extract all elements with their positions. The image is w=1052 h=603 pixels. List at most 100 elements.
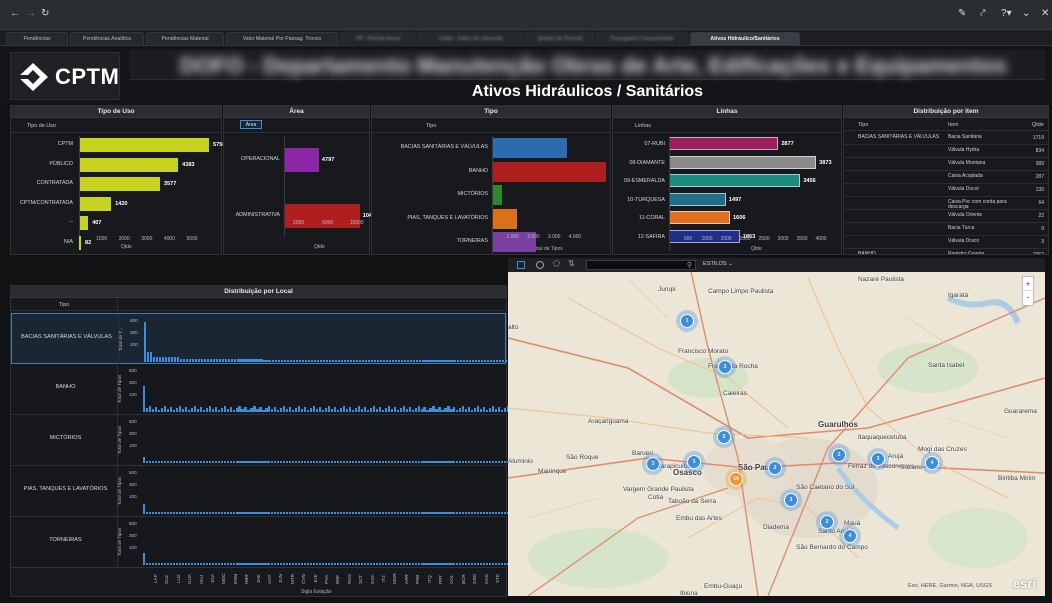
bar[interactable]: [235, 563, 238, 565]
bar[interactable]: [390, 512, 393, 514]
bar[interactable]: [259, 461, 262, 463]
bar[interactable]: [196, 512, 199, 514]
bar[interactable]: [184, 461, 187, 463]
bar[interactable]: [152, 357, 156, 362]
help-icon[interactable]: ?▾: [1001, 9, 1012, 19]
tab-pp-periodo[interactable]: PP - Período Anual: [340, 32, 416, 45]
bar[interactable]: [161, 357, 165, 362]
bar[interactable]: [364, 360, 367, 362]
bar[interactable]: [271, 409, 274, 412]
bar[interactable]: [157, 563, 161, 565]
bar[interactable]: [316, 512, 319, 514]
bar[interactable]: [459, 408, 462, 412]
bar[interactable]: [387, 563, 390, 565]
bar[interactable]: [459, 461, 462, 463]
bar[interactable]: [325, 461, 328, 463]
bar[interactable]: [185, 359, 188, 362]
bar[interactable]: [326, 360, 329, 362]
bar[interactable]: [411, 512, 414, 514]
bar[interactable]: [242, 359, 245, 362]
bar[interactable]: [144, 322, 147, 362]
bar[interactable]: [405, 461, 408, 463]
bar[interactable]: [205, 408, 208, 412]
bar[interactable]: [289, 461, 292, 463]
bar[interactable]: [486, 563, 489, 565]
bar[interactable]: [495, 409, 498, 412]
local-row[interactable]: MICTÓRIOS Total de Tipos 500 300 100: [11, 415, 513, 466]
bar[interactable]: [256, 461, 259, 463]
bar[interactable]: [459, 563, 462, 565]
bar[interactable]: [247, 410, 250, 412]
bar[interactable]: [191, 359, 194, 362]
bar[interactable]: [172, 410, 175, 412]
bar[interactable]: [169, 563, 173, 565]
bar[interactable]: [205, 461, 208, 463]
bar[interactable]: [250, 563, 253, 565]
table-row[interactable]: Caixa Pvc com corda para descarga 64: [844, 197, 1048, 210]
bar[interactable]: [468, 563, 471, 565]
bar[interactable]: [301, 512, 304, 514]
bar[interactable]: [313, 563, 316, 565]
bar[interactable]: [226, 512, 229, 514]
bar[interactable]: [430, 360, 433, 362]
bar[interactable]: [354, 408, 358, 412]
bar[interactable]: [145, 461, 149, 463]
bar[interactable]: [277, 512, 280, 514]
bar[interactable]: [143, 386, 146, 412]
bar[interactable]: [483, 512, 486, 514]
bar[interactable]: [504, 563, 507, 565]
bar[interactable]: [193, 563, 196, 565]
bar[interactable]: [182, 359, 185, 362]
bar[interactable]: [348, 512, 352, 514]
bar[interactable]: [498, 512, 501, 514]
close-icon[interactable]: ✕: [1041, 9, 1049, 19]
bar[interactable]: [224, 359, 227, 362]
bar[interactable]: [266, 360, 269, 362]
bar[interactable]: [193, 461, 196, 463]
bar[interactable]: [293, 360, 296, 362]
bar[interactable]: [456, 563, 459, 565]
bar[interactable]: [313, 406, 316, 412]
bar[interactable]: [238, 406, 241, 412]
bar[interactable]: [274, 407, 277, 412]
local-row[interactable]: BANHO Total de Tipos 500 300 100: [11, 364, 513, 415]
bar[interactable]: [272, 360, 275, 362]
bar[interactable]: [79, 157, 179, 172]
tab-pendencias-analitica[interactable]: Pendências Analítica: [70, 32, 144, 45]
bar[interactable]: [366, 563, 369, 565]
bar[interactable]: [394, 360, 397, 362]
bar[interactable]: [146, 352, 150, 362]
bar[interactable]: [280, 408, 283, 412]
bar[interactable]: [145, 512, 149, 514]
bar[interactable]: [450, 409, 453, 412]
bar[interactable]: [244, 563, 247, 565]
bar[interactable]: [477, 406, 480, 412]
bar[interactable]: [200, 359, 203, 362]
bar[interactable]: [378, 563, 381, 565]
bar[interactable]: [289, 512, 292, 514]
bar[interactable]: [277, 563, 280, 565]
bar[interactable]: [151, 563, 155, 565]
bar[interactable]: [166, 409, 170, 412]
bar[interactable]: [277, 410, 280, 412]
bar[interactable]: [487, 360, 490, 362]
bar[interactable]: [236, 359, 239, 362]
bar[interactable]: [471, 563, 474, 565]
bar[interactable]: [372, 461, 375, 463]
bar[interactable]: [262, 461, 265, 463]
table-row[interactable]: Bacia Turca 9: [844, 223, 1048, 236]
bar[interactable]: [256, 409, 259, 412]
bar[interactable]: [203, 359, 206, 362]
bar[interactable]: [160, 512, 164, 514]
bar[interactable]: [322, 461, 325, 463]
bar[interactable]: [420, 461, 423, 463]
bar[interactable]: [187, 563, 190, 565]
bar[interactable]: [423, 563, 426, 565]
bar[interactable]: [330, 461, 334, 463]
select-rectangle-icon[interactable]: [517, 261, 525, 269]
bar[interactable]: [409, 360, 412, 362]
bar[interactable]: [158, 357, 162, 362]
bar[interactable]: [352, 360, 356, 362]
bar[interactable]: [281, 360, 284, 362]
bar[interactable]: [355, 360, 359, 362]
